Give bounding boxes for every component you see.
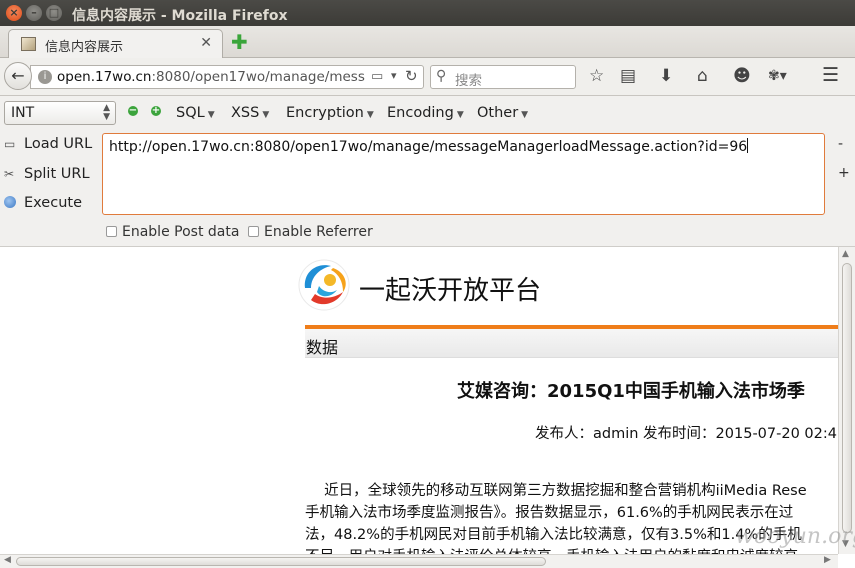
window-title: 信息内容展示 - Mozilla Firefox [72,8,288,24]
section-label: 数据 [306,338,339,357]
hamburger-menu-icon[interactable]: ☰ [822,64,839,86]
tab-title: 信息内容展示 [45,40,124,55]
encoding-type-select[interactable]: INT ▲ ▼ [4,101,116,125]
search-placeholder: 搜索 [455,73,482,89]
execute-icon [4,196,16,208]
scroll-right-icon[interactable]: ▶ [824,555,831,565]
increase-button[interactable]: + [151,106,161,116]
enable-referrer-checkbox[interactable]: Enable Referrer [248,224,373,240]
decrease-button[interactable]: − [128,106,138,116]
addon-icon[interactable]: ✾▾ [768,68,787,84]
social-chat-icon[interactable]: ☻ [733,66,751,86]
url-history-dropdown-icon[interactable]: ▾ [391,69,397,82]
scroll-left-icon[interactable]: ◀ [4,555,11,565]
spinner-arrows-icon: ▲ ▼ [103,103,110,122]
split-url-button[interactable]: ✂ Split URL [4,166,90,182]
execute-button[interactable]: Execute [4,195,82,211]
menu-sql[interactable]: SQL ▼ [176,105,215,121]
window-close-button[interactable]: × [6,5,22,21]
scissors-icon: ✂ [4,167,15,181]
vertical-scrollbar[interactable]: ▲ ▼ [838,247,855,554]
article-meta: 发布人：admin 发布时间：2015-07-20 02:4 [535,426,837,442]
load-url-button[interactable]: ▭ Load URL [4,136,92,152]
section-header: 数据 [305,329,838,358]
window-minimize-button[interactable]: – [26,5,42,21]
load-url-icon: ▭ [4,137,16,151]
menu-other[interactable]: Other ▼ [477,105,528,121]
window-titlebar: × – □ 信息内容展示 - Mozilla Firefox [0,0,855,26]
menu-xss[interactable]: XSS ▼ [231,105,269,121]
tab-strip: 信息内容展示 ✕ ✚ [0,26,855,58]
site-logo-icon [298,259,350,311]
enable-post-checkbox[interactable]: Enable Post data [106,224,239,240]
reader-view-icon[interactable]: ▭ [371,69,383,84]
site-identity-icon[interactable]: i [38,70,52,84]
reload-icon[interactable]: ↻ [405,67,418,85]
scroll-up-icon[interactable]: ▲ [842,249,849,259]
tab-close-icon[interactable]: ✕ [200,35,212,51]
article-paragraph-line: 手机输入法市场季度监测报告》。报告数据显示，61.6%的手机网民表示在过 [305,505,794,521]
shrink-textarea-button[interactable]: - [838,136,843,152]
downloads-icon[interactable]: ⬇ [659,66,673,86]
menu-encoding[interactable]: Encoding ▼ [387,105,464,121]
browser-tab[interactable]: 信息内容展示 ✕ [8,29,223,58]
menu-encryption[interactable]: Encryption ▼ [286,105,374,121]
hackbar-panel: INT ▲ ▼ − + SQL ▼ XSS ▼ Encryption ▼ Encodin… [0,96,855,246]
page-favicon-icon [21,37,36,51]
navigation-toolbar: i open.17wo.cn:8080/open17wo/manage/mess… [0,58,855,96]
url-textarea-value: http://open.17wo.cn:8080/open17wo/manage… [109,138,749,155]
bookmarks-menu-icon[interactable]: ▤ [620,66,636,86]
article-paragraph-line: 近日，全球领先的移动互联网第三方数据挖掘和整合营销机构iiMedia Rese [305,483,807,499]
vertical-scroll-thumb[interactable] [842,263,852,533]
bookmark-star-icon[interactable]: ☆ [589,66,604,86]
window-maximize-button[interactable]: □ [46,5,62,21]
search-bar[interactable]: ⚲ 搜索 [430,65,576,89]
search-icon: ⚲ [436,68,447,84]
back-button[interactable]: ← [4,62,32,90]
horizontal-scroll-thumb[interactable] [16,557,546,566]
watermark-text: wooyun.org [735,524,855,549]
horizontal-scrollbar[interactable]: ◀ ▶ [0,554,838,568]
url-text[interactable]: open.17wo.cn:8080/open17wo/manage/mess [57,69,365,85]
url-textarea[interactable]: http://open.17wo.cn:8080/open17wo/manage… [102,133,825,215]
home-icon[interactable]: ⌂ [697,66,708,86]
url-bar[interactable]: i open.17wo.cn:8080/open17wo/manage/mess… [30,65,424,89]
page-viewport: 一起沃开放平台 数据 艾媒咨询：2015Q1中国手机输入法市场季 发布人：adm… [0,246,855,568]
new-tab-icon[interactable]: ✚ [231,30,248,54]
article-title: 艾媒咨询：2015Q1中国手机输入法市场季 [457,381,805,402]
grow-textarea-button[interactable]: + [838,165,850,181]
site-name: 一起沃开放平台 [359,276,542,306]
encoding-type-value: INT [11,105,35,121]
